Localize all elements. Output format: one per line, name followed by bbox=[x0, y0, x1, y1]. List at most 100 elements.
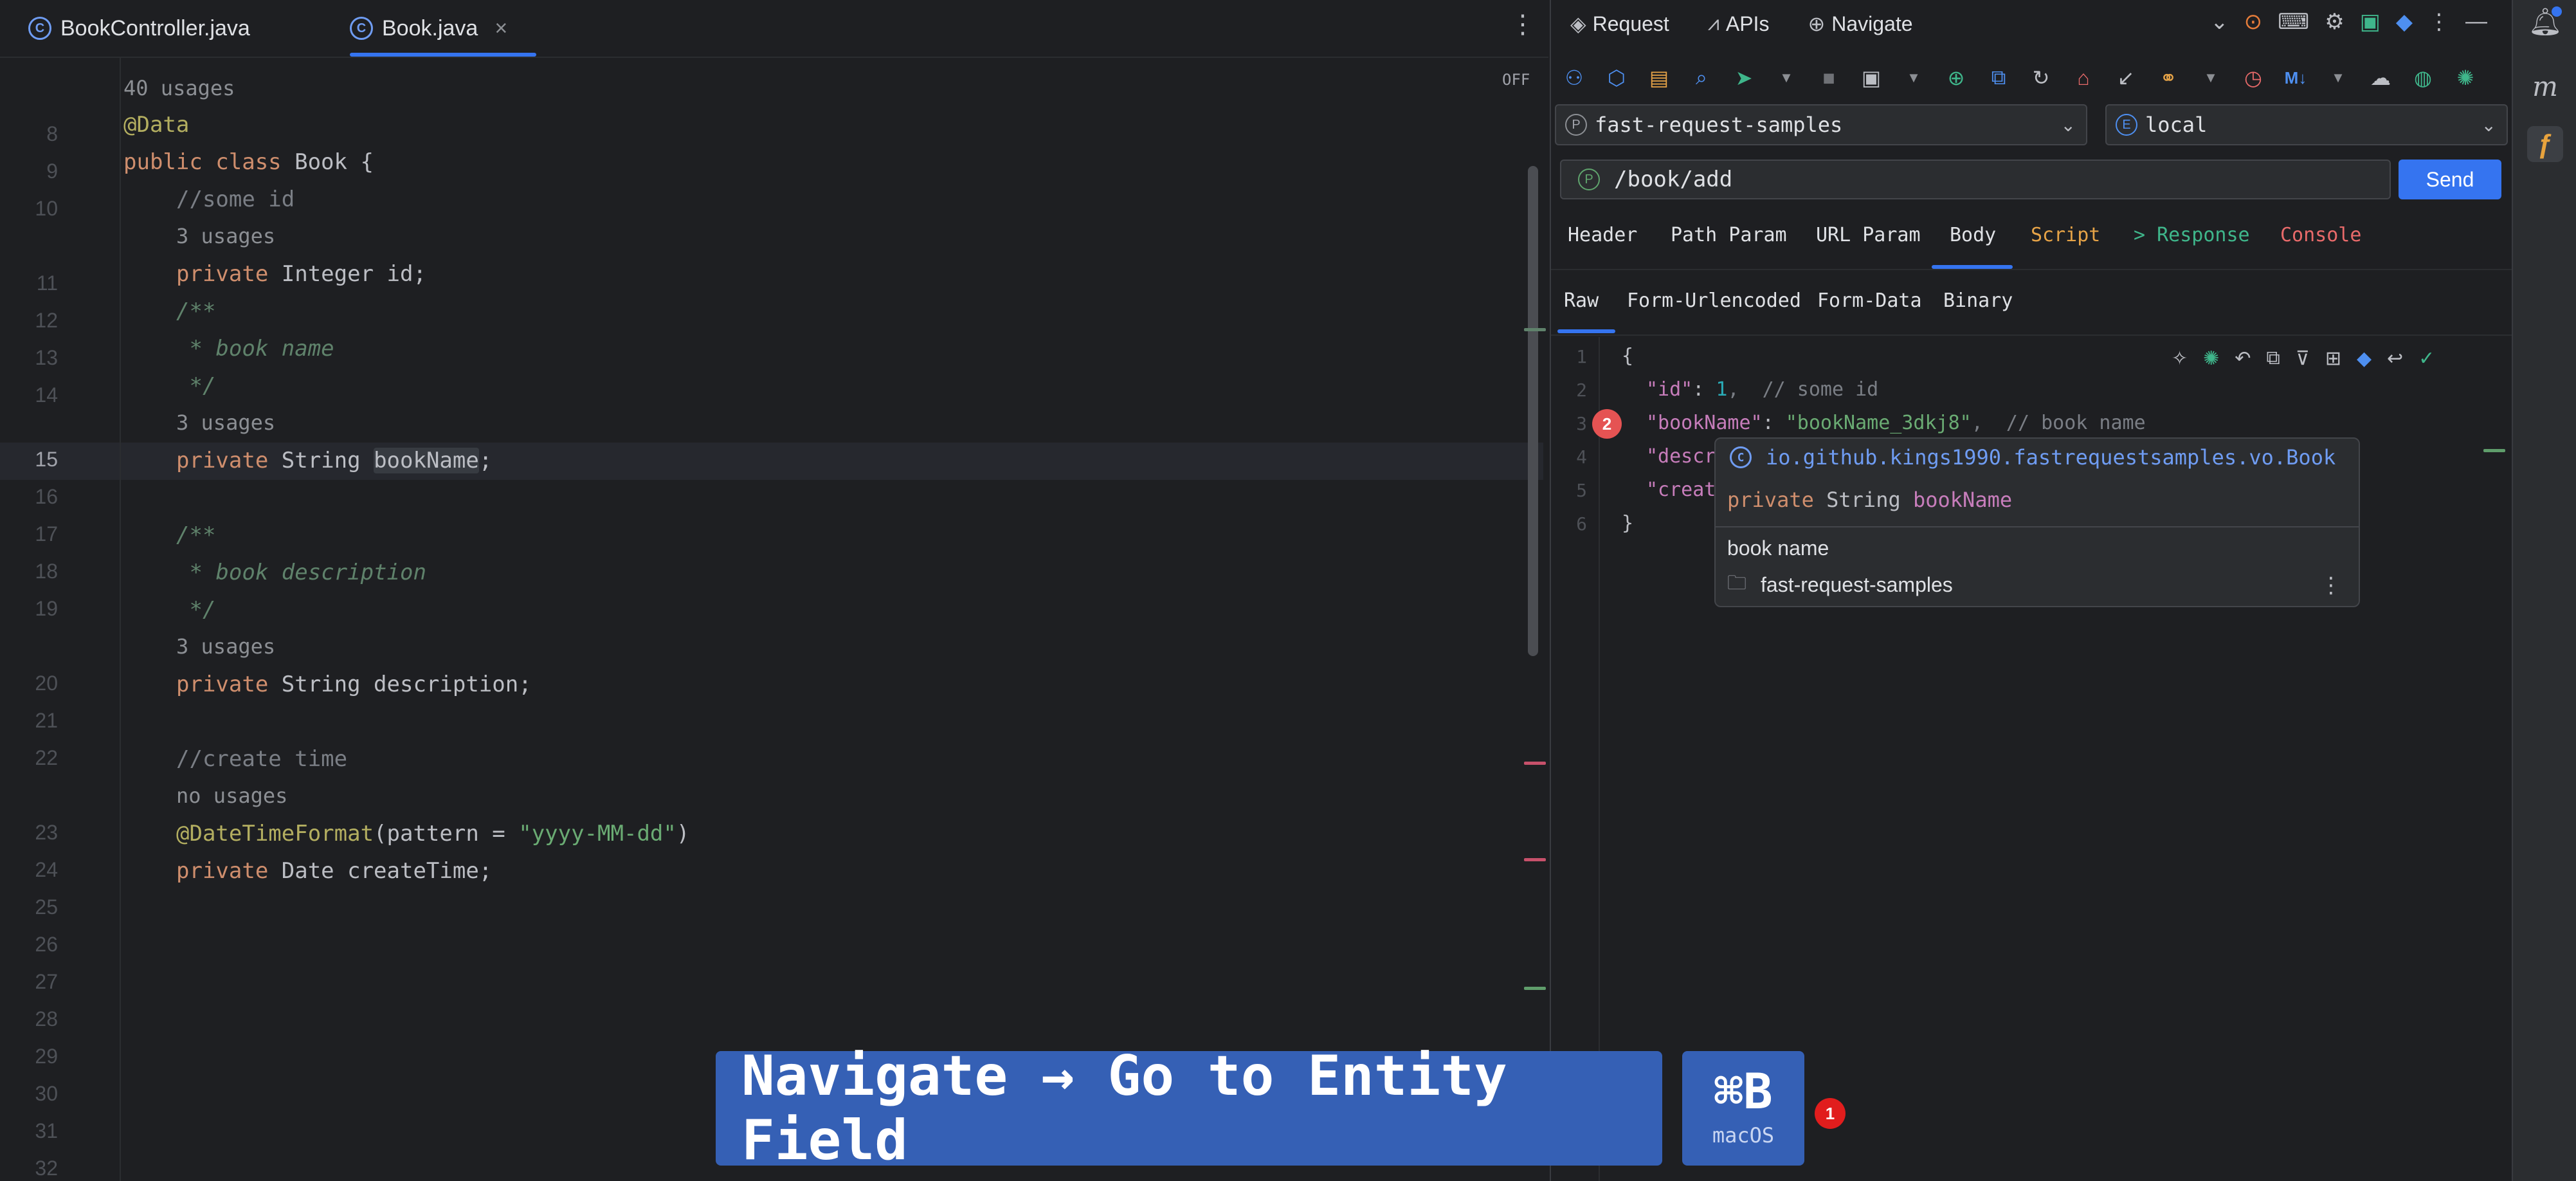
tab-body[interactable]: Body bbox=[1950, 224, 1996, 246]
building-icon[interactable]: ⌂ bbox=[2069, 64, 2098, 92]
check-icon[interactable]: ✓ bbox=[2418, 347, 2435, 370]
popup-class-name[interactable]: io.github.kings1990.fastrequestsamples.v… bbox=[1766, 445, 2336, 470]
divider bbox=[1551, 334, 2513, 336]
environment-select[interactable]: E local ⌄ bbox=[2105, 104, 2508, 145]
scroll-marker bbox=[2483, 449, 2505, 452]
shortcut-banner: Navigate → Go to Entity Field bbox=[716, 1044, 1662, 1173]
import-icon[interactable]: ↙ bbox=[2112, 64, 2140, 92]
usages-hint[interactable]: 3 usages bbox=[176, 410, 275, 435]
popup-module-row: 🗀 fast-request-samples bbox=[1727, 569, 1953, 601]
inspection-status[interactable]: OFF bbox=[1502, 71, 1530, 89]
project-select[interactable]: P fast-request-samples ⌄ bbox=[1555, 104, 2087, 145]
nodes-icon[interactable]: ⚇ bbox=[1560, 64, 1588, 92]
divider bbox=[1716, 526, 2359, 527]
doc-comment: /** bbox=[176, 298, 216, 324]
more-options-icon[interactable]: ⋮ bbox=[1510, 12, 1536, 44]
chevron-down-icon[interactable]: ▼ bbox=[2197, 64, 2225, 92]
send-arrow-icon[interactable]: ➤ bbox=[1730, 64, 1758, 92]
usages-hint[interactable]: 40 usages bbox=[123, 76, 235, 100]
usages-hint[interactable]: 3 usages bbox=[176, 634, 275, 659]
field-name-highlight[interactable]: bookName bbox=[374, 448, 479, 473]
line-number: 19 bbox=[35, 597, 58, 620]
tab-navigate[interactable]: ⊕ Navigate bbox=[1808, 12, 1912, 36]
tab-apis[interactable]: ⩘ APIs bbox=[1708, 12, 1770, 36]
ai-icon[interactable]: ✺ bbox=[2451, 64, 2480, 92]
globe-icon[interactable]: ⊕ bbox=[1942, 64, 1970, 92]
tab-url-param[interactable]: URL Param bbox=[1816, 224, 1921, 246]
step-badge: 2 bbox=[1592, 409, 1622, 439]
signal-icon[interactable]: ◍ bbox=[2409, 64, 2437, 92]
save-icon[interactable]: ▣ bbox=[1857, 64, 1885, 92]
layers-icon[interactable]: ◆ bbox=[2357, 347, 2372, 370]
line-number: 16 bbox=[35, 485, 58, 508]
fast-request-icon[interactable]: ƒ bbox=[2527, 126, 2563, 162]
tree-icon[interactable]: ⊞ bbox=[2325, 347, 2341, 370]
minimize-icon[interactable]: — bbox=[2465, 9, 2487, 35]
more-options-icon[interactable]: ⋮ bbox=[2428, 9, 2450, 35]
magic-wand-icon[interactable]: ✧ bbox=[2172, 347, 2188, 370]
panel-header-icons: ⌄ ⊙ ⌨ ⚙ ▣ ◆ ⋮ — bbox=[2210, 9, 2487, 35]
search-icon[interactable]: ⌕ bbox=[1687, 64, 1716, 92]
stop-icon[interactable]: ■ bbox=[1815, 64, 1843, 92]
copy-icon[interactable]: ⧉ bbox=[2266, 347, 2280, 370]
keyboard-icon[interactable]: ⌨ bbox=[2278, 9, 2309, 35]
tab-bookcontroller[interactable]: C BookController.java bbox=[28, 0, 250, 57]
send-button[interactable]: Send bbox=[2399, 160, 2501, 199]
class-icon: C bbox=[1730, 446, 1752, 468]
cloud-off-icon[interactable]: ☁ bbox=[2366, 64, 2395, 92]
maven-icon[interactable]: m bbox=[2527, 68, 2563, 104]
tab-request[interactable]: ◈ Request bbox=[1570, 12, 1669, 36]
sync-icon[interactable]: ▣ bbox=[2360, 9, 2381, 35]
filter-icon[interactable]: ⊽ bbox=[2296, 347, 2310, 370]
project-value: fast-request-samples bbox=[1595, 113, 1843, 137]
gear-icon[interactable]: ⚙ bbox=[2325, 9, 2344, 35]
chevron-down-icon[interactable]: ▼ bbox=[1900, 64, 1928, 92]
usages-hint[interactable]: 3 usages bbox=[176, 224, 275, 248]
code-editor[interactable]: C BookController.java C Book.java × ⋮ 8 … bbox=[0, 0, 1548, 1181]
markdown-icon[interactable]: M↓ bbox=[2281, 64, 2310, 92]
redo-icon[interactable]: ↻ bbox=[2027, 64, 2055, 92]
json-key: "descr bbox=[1646, 445, 1716, 468]
ai-icon[interactable]: ✺ bbox=[2203, 347, 2219, 370]
tab-form-data[interactable]: Form-Data bbox=[1817, 289, 1922, 312]
string-literal: "yyyy-MM-dd" bbox=[518, 821, 676, 847]
chevron-down-icon[interactable]: ⌄ bbox=[2210, 9, 2229, 35]
tab-binary[interactable]: Binary bbox=[1943, 289, 2013, 312]
close-icon[interactable]: × bbox=[494, 16, 507, 41]
tab-raw[interactable]: Raw bbox=[1564, 289, 1599, 312]
layers-icon[interactable]: ◆ bbox=[2396, 9, 2413, 35]
code-text: String bbox=[281, 448, 374, 473]
tab-form-urlencoded[interactable]: Form-Urlencoded bbox=[1627, 289, 1801, 312]
params-icon[interactable]: ▤ bbox=[1645, 64, 1673, 92]
tab-script[interactable]: Script bbox=[2031, 224, 2100, 246]
url-input[interactable]: P /book/add bbox=[1560, 160, 2391, 199]
tab-header[interactable]: Header bbox=[1568, 224, 1637, 246]
upload-icon[interactable]: ⊙ bbox=[2244, 9, 2263, 35]
json-key[interactable]: "bookName" bbox=[1646, 412, 1763, 434]
chevron-down-icon: ⌄ bbox=[2060, 114, 2076, 135]
clock-icon[interactable]: ◷ bbox=[2239, 64, 2267, 92]
undo-icon[interactable]: ↶ bbox=[2235, 347, 2251, 370]
more-options-icon[interactable]: ⋮ bbox=[2320, 572, 2342, 598]
copy-icon[interactable]: ⧉ bbox=[1984, 64, 2013, 92]
editor-tab-bar: C BookController.java C Book.java × ⋮ bbox=[0, 0, 1548, 58]
hexagon-icon[interactable]: ⬡ bbox=[1602, 64, 1631, 92]
json-value: "bookName_3dkj8" bbox=[1785, 412, 1972, 434]
scroll-marker bbox=[1524, 762, 1546, 765]
chevron-down-icon[interactable]: ▼ bbox=[1772, 64, 1800, 92]
vertical-scrollbar[interactable] bbox=[1528, 166, 1538, 656]
tab-response[interactable]: > Response bbox=[2134, 224, 2250, 246]
usages-hint[interactable]: no usages bbox=[176, 783, 287, 808]
tab-label: Request bbox=[1592, 12, 1669, 35]
popup-class-row[interactable]: C io.github.kings1990.fastrequestsamples… bbox=[1730, 445, 2336, 470]
chevron-down-icon[interactable]: ▼ bbox=[2324, 64, 2352, 92]
tab-console[interactable]: Console bbox=[2280, 224, 2361, 246]
link-icon[interactable]: ⚭ bbox=[2154, 64, 2182, 92]
line-number: 4 bbox=[1576, 446, 1587, 468]
code-line: private Integer id; bbox=[176, 261, 426, 287]
tab-book[interactable]: C Book.java × bbox=[350, 0, 536, 57]
wrap-icon[interactable]: ↩ bbox=[2387, 347, 2403, 370]
line-number: 6 bbox=[1576, 513, 1587, 535]
tab-path-param[interactable]: Path Param bbox=[1671, 224, 1787, 246]
method-badge: P bbox=[1578, 169, 1600, 190]
